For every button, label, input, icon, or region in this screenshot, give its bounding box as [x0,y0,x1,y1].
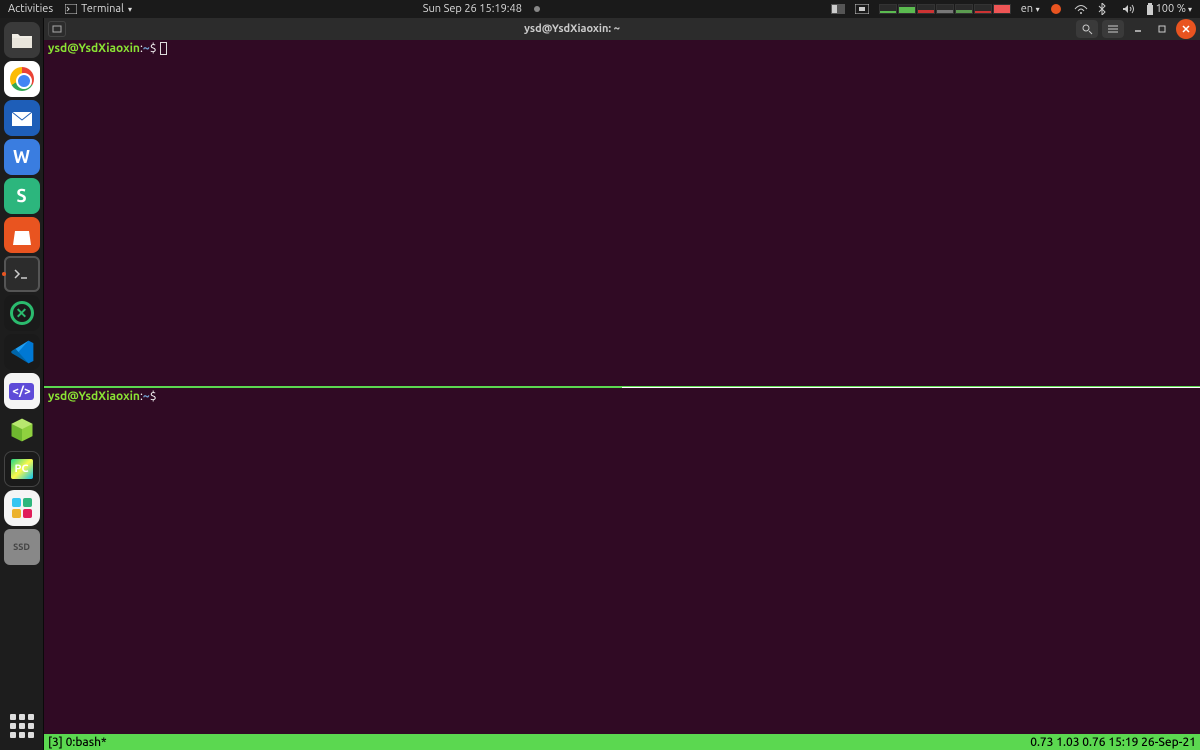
hamburger-menu-button[interactable] [1102,20,1124,38]
dock: W S ✕ </> PC SSD [0,18,44,750]
prompt-dollar: $ [150,390,157,403]
software-store-launcher[interactable] [4,217,40,253]
ssd-icon-label: SSD [13,542,30,552]
prompt-user: ysd@YsdXiaoxin [48,42,140,55]
tmux-left-status: [3] 0:bash* [48,736,1030,749]
bluetooth-icon[interactable] [1098,3,1112,15]
tmux-right-status: 0.73 1.03 0.76 15:19 26-Sep-21 [1030,736,1196,749]
prompt-user: ysd@YsdXiaoxin [48,390,140,403]
close-button[interactable] [1176,19,1196,39]
terminal-pane-bottom[interactable]: ysd@YsdXiaoxin:~$ [44,388,1200,734]
chevron-down-icon: ▾ [1036,5,1040,14]
folder-icon [11,31,33,49]
cube-icon [8,416,36,444]
wps-icon-label: W [13,147,30,167]
screenshot-icon[interactable] [855,4,869,14]
language-label: en [1021,3,1033,15]
terminal-icon [12,267,32,281]
window-titlebar[interactable]: ysd@YsdXiaoxin: ~ [44,18,1200,40]
chevron-down-icon: ▾ [128,5,132,14]
prompt-path: ~ [143,390,150,403]
language-indicator[interactable]: en ▾ [1021,3,1040,15]
code-icon-label: </> [9,383,34,400]
maximize-icon [1157,24,1167,34]
battery-indicator[interactable]: 100 % ▾ [1146,3,1192,15]
pycharm-launcher[interactable]: PC [4,451,40,487]
ssd-drive-launcher[interactable]: SSD [4,529,40,565]
envelope-icon [10,108,34,128]
close-icon [1181,24,1191,34]
search-icon [1081,23,1093,35]
terminal-app-icon [65,4,77,14]
text-cursor [160,42,167,55]
activities-button[interactable]: Activities [8,3,53,15]
app-menu-label: Terminal [81,3,124,15]
shopping-bag-icon [11,225,33,245]
remote-x-icon: ✕ [10,301,34,325]
slack-launcher[interactable] [4,490,40,526]
chevron-down-icon: ▾ [1188,5,1192,14]
hamburger-icon [1107,24,1119,34]
ubuntu-icon[interactable] [1050,3,1064,15]
sheets-icon-label: S [16,186,26,206]
maximize-button[interactable] [1152,19,1172,39]
workspace-indicator-icon[interactable] [831,4,845,14]
vscode-icon [9,339,35,365]
slack-icon [12,498,32,518]
prompt-dollar: $ [150,42,157,55]
clock[interactable]: Sun Sep 26 15:19:48 [423,3,522,15]
battery-label: 100 % [1156,3,1186,15]
battery-icon [1146,3,1154,15]
files-launcher[interactable] [4,22,40,58]
search-button[interactable] [1076,20,1098,38]
cube-app-launcher[interactable] [4,412,40,448]
tab-icon [52,24,62,34]
chrome-launcher[interactable] [4,61,40,97]
terminal-window: ysd@YsdXiaoxin: ~ ysd@YsdXiaoxin:~$ [44,18,1200,750]
new-tab-button[interactable] [48,21,66,37]
vscode-launcher[interactable] [4,334,40,370]
notification-dot-icon [534,6,540,12]
code-editor-launcher[interactable]: </> [4,373,40,409]
chrome-icon [10,67,34,91]
wps-sheets-launcher[interactable]: S [4,178,40,214]
prompt-path: ~ [143,42,150,55]
active-app-marker-icon [2,272,6,276]
terminal-pane-top[interactable]: ysd@YsdXiaoxin:~$ [44,40,1200,387]
pycharm-icon-label: PC [11,459,33,479]
volume-icon[interactable] [1122,4,1136,14]
tmux-status-bar[interactable]: [3] 0:bash* 0.73 1.03 0.76 15:19 26-Sep-… [44,734,1200,750]
window-title: ysd@YsdXiaoxin: ~ [72,23,1072,35]
minimize-button[interactable] [1128,19,1148,39]
remote-desktop-launcher[interactable]: ✕ [4,295,40,331]
mail-launcher[interactable] [4,100,40,136]
system-monitor-graph[interactable] [879,4,1011,14]
app-menu[interactable]: Terminal ▾ [65,3,132,15]
show-applications-button[interactable] [4,708,40,744]
terminal-launcher[interactable] [4,256,40,292]
minimize-icon [1133,24,1143,34]
top-bar: Activities Terminal ▾ Sun Sep 26 15:19:4… [0,0,1200,18]
wifi-icon[interactable] [1074,4,1088,14]
wps-writer-launcher[interactable]: W [4,139,40,175]
